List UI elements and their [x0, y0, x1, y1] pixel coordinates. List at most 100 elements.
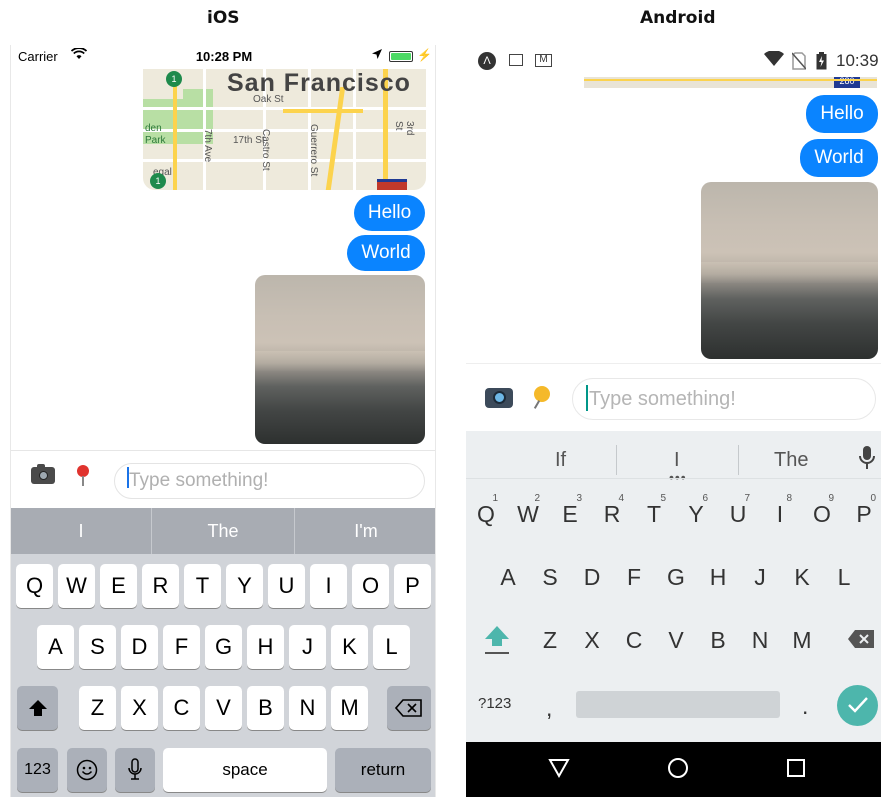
more-suggestions-icon[interactable]: •••: [669, 469, 687, 485]
key-e[interactable]: E: [100, 564, 137, 608]
key-o[interactable]: O: [352, 564, 389, 608]
key-g[interactable]: G: [205, 625, 242, 669]
key-t[interactable]: T: [184, 564, 221, 608]
key-label: S: [542, 564, 558, 590]
key-o[interactable]: O9: [808, 493, 836, 528]
key-p[interactable]: P0: [850, 493, 878, 528]
key-p[interactable]: P: [394, 564, 431, 608]
key-l[interactable]: L: [373, 625, 410, 669]
symbols-key[interactable]: ?123: [478, 695, 511, 712]
key-j[interactable]: J: [289, 625, 326, 669]
key-h[interactable]: H: [247, 625, 284, 669]
shift-arrow-icon[interactable]: [483, 624, 511, 663]
key-a[interactable]: A: [37, 625, 74, 669]
key-r[interactable]: R: [142, 564, 179, 608]
key-label: I: [776, 501, 784, 527]
android-nav-bar: [466, 742, 881, 797]
return-key[interactable]: return: [335, 748, 431, 792]
key-b[interactable]: B: [704, 627, 732, 654]
key-n[interactable]: N: [289, 686, 326, 730]
key-k[interactable]: K: [788, 564, 816, 591]
suggestion-item[interactable]: If: [555, 449, 566, 472]
key-i[interactable]: I8: [766, 493, 794, 528]
key-label: D: [583, 564, 601, 590]
checkmark-icon[interactable]: [837, 685, 878, 726]
key-z[interactable]: Z: [79, 686, 116, 730]
key-v[interactable]: V: [205, 686, 242, 730]
message-input[interactable]: Type something!: [114, 463, 425, 499]
message-bubble[interactable]: Hello: [806, 95, 878, 133]
key-f[interactable]: F: [620, 564, 648, 591]
backspace-icon[interactable]: [387, 686, 431, 730]
message-bubble[interactable]: World: [347, 235, 425, 271]
key-u[interactable]: U: [268, 564, 305, 608]
key-q[interactable]: Q: [16, 564, 53, 608]
key-m[interactable]: M: [788, 627, 816, 654]
key-label: F: [626, 564, 642, 590]
key-x[interactable]: X: [578, 627, 606, 654]
map-street-label: Oak St: [253, 94, 284, 105]
key-l[interactable]: L: [830, 564, 858, 591]
photo-message[interactable]: [701, 182, 878, 359]
key-c[interactable]: C: [620, 627, 648, 654]
camera-icon[interactable]: [485, 388, 513, 408]
key-i[interactable]: I: [310, 564, 347, 608]
home-circle-icon[interactable]: [667, 757, 689, 785]
key-s[interactable]: S: [79, 625, 116, 669]
key-y[interactable]: Y6: [682, 493, 710, 528]
key-h[interactable]: H: [704, 564, 732, 591]
message-bubble[interactable]: World: [800, 139, 878, 177]
key-x[interactable]: X: [121, 686, 158, 730]
suggestion-item[interactable]: The: [152, 508, 294, 554]
shift-arrow-icon[interactable]: [17, 686, 58, 730]
map-message[interactable]: San Francisco Oak St 17th St Castro St G…: [143, 69, 426, 190]
key-label: T: [646, 501, 662, 527]
key-w[interactable]: W2: [514, 493, 542, 528]
key-v[interactable]: V: [662, 627, 690, 654]
key-label: Y: [688, 501, 704, 527]
space-key[interactable]: space: [163, 748, 327, 792]
key-s[interactable]: S: [536, 564, 564, 591]
back-triangle-icon[interactable]: [548, 757, 570, 785]
pushpin-icon[interactable]: [534, 386, 550, 402]
android-label: Android: [640, 8, 716, 28]
message-bubble[interactable]: Hello: [354, 195, 425, 231]
key-w[interactable]: W: [58, 564, 95, 608]
suggestion-item[interactable]: I: [11, 508, 151, 554]
key-a[interactable]: A: [494, 564, 522, 591]
key-g[interactable]: G: [662, 564, 690, 591]
space-key[interactable]: [576, 691, 780, 718]
photo-message[interactable]: [255, 275, 425, 444]
key-y[interactable]: Y: [226, 564, 263, 608]
key-r[interactable]: R4: [598, 493, 626, 528]
microphone-icon[interactable]: [115, 748, 155, 792]
numbers-key[interactable]: 123: [17, 748, 58, 792]
suggestion-item[interactable]: I'm: [295, 508, 435, 554]
key-q[interactable]: Q1: [472, 493, 500, 528]
key-d[interactable]: D: [578, 564, 606, 591]
key-b[interactable]: B: [247, 686, 284, 730]
key-u[interactable]: U7: [724, 493, 752, 528]
suggestion-item[interactable]: The: [774, 449, 808, 472]
emoji-icon[interactable]: [67, 748, 107, 792]
key-d[interactable]: D: [121, 625, 158, 669]
key-k[interactable]: K: [331, 625, 368, 669]
key-j[interactable]: J: [746, 564, 774, 591]
period-key[interactable]: .: [802, 693, 808, 720]
key-z[interactable]: Z: [536, 627, 564, 654]
key-e[interactable]: E3: [556, 493, 584, 528]
microphone-icon[interactable]: [859, 445, 875, 476]
android-clock: 10:39: [836, 51, 879, 70]
bolt-icon: ⚡: [417, 48, 432, 62]
key-f[interactable]: F: [163, 625, 200, 669]
key-c[interactable]: C: [163, 686, 200, 730]
comma-key[interactable]: ,: [546, 695, 552, 722]
camera-icon[interactable]: [31, 464, 55, 484]
key-label: L: [837, 564, 851, 590]
key-t[interactable]: T5: [640, 493, 668, 528]
key-m[interactable]: M: [331, 686, 368, 730]
backspace-icon[interactable]: [847, 629, 875, 654]
message-input[interactable]: Type something!: [572, 378, 876, 420]
recents-square-icon[interactable]: [786, 758, 806, 784]
key-n[interactable]: N: [746, 627, 774, 654]
